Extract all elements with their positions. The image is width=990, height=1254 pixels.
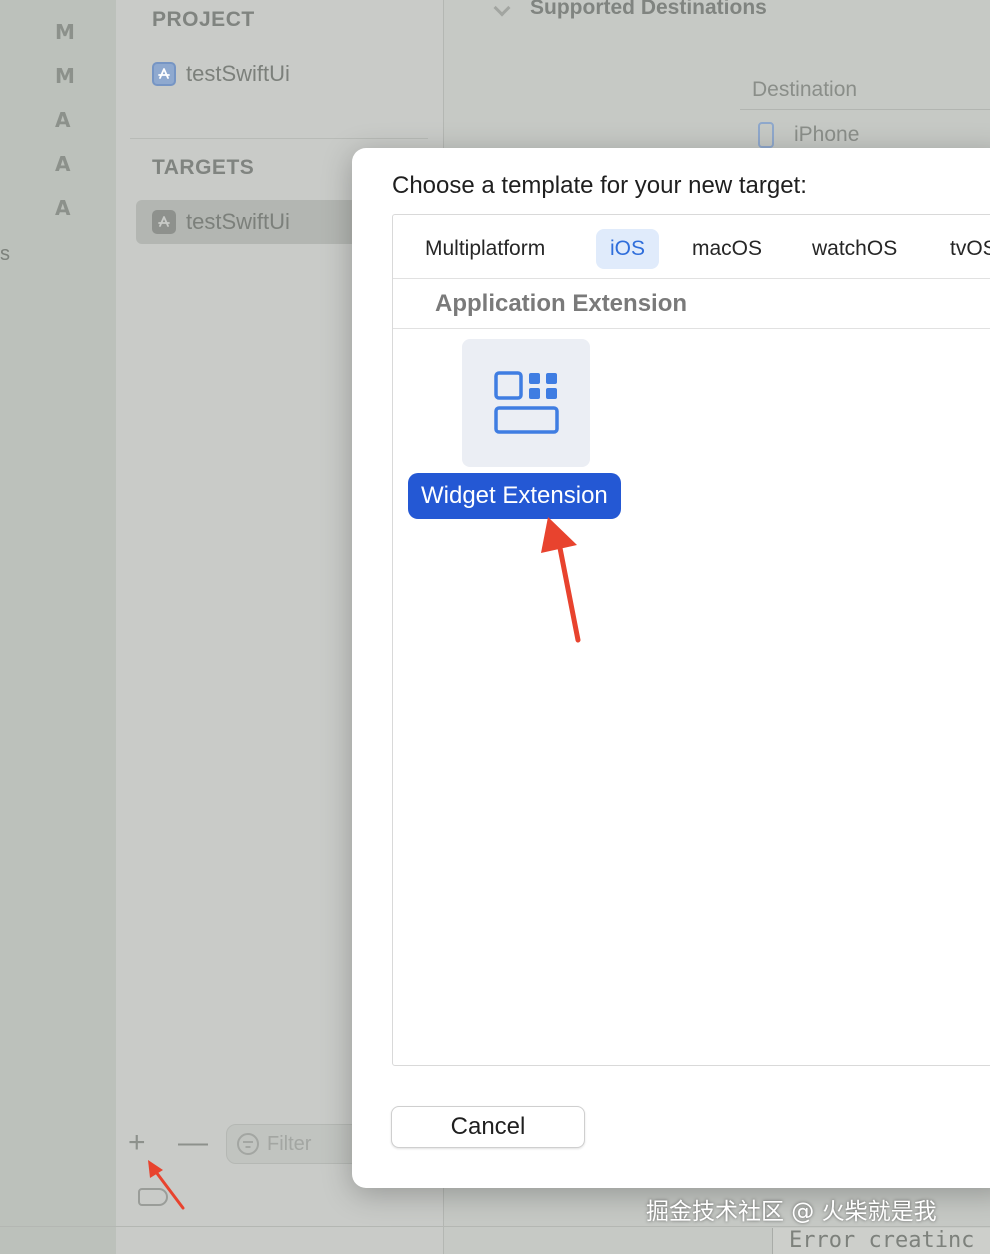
filter-placeholder: Filter (267, 1132, 312, 1155)
app-store-icon (152, 62, 176, 86)
tab-macos[interactable]: macOS (678, 229, 776, 269)
new-target-sheet: Choose a template for your new target: M… (352, 148, 990, 1188)
targets-header: TARGETS (152, 156, 255, 179)
remove-target-button[interactable]: — (178, 1128, 208, 1158)
tab-ios[interactable]: iOS (596, 229, 660, 269)
iphone-icon (758, 122, 774, 148)
watermark: 掘金技术社区 @ 火柴就是我 (646, 1199, 937, 1225)
strip-letter: M (55, 20, 75, 44)
project-header: PROJECT (152, 8, 255, 31)
destination-column-header: Destination (752, 78, 858, 101)
tab-watchos[interactable]: watchOS (798, 229, 911, 269)
platform-tabs: Multiplatform iOS macOS watchOS tvOS (393, 215, 990, 279)
destination-row[interactable]: iPhone (758, 122, 859, 148)
cancel-button[interactable]: Cancel (391, 1106, 585, 1148)
project-item-label: testSwiftUi (186, 61, 290, 86)
divider (740, 109, 990, 110)
add-target-button[interactable]: + (128, 1128, 146, 1158)
tab-multiplatform[interactable]: Multiplatform (411, 229, 559, 269)
strip-letter: A (55, 196, 71, 220)
widget-extension-tile[interactable] (462, 339, 590, 467)
destination-row-label: iPhone (794, 123, 860, 146)
strip-letter: A (55, 108, 71, 132)
project-item[interactable]: testSwiftUi (136, 52, 290, 96)
sheet-title: Choose a template for your new target: (392, 172, 807, 199)
error-log: Error creatinc (772, 1228, 990, 1254)
tag-icon[interactable] (138, 1188, 168, 1206)
strip-fragment: s (0, 243, 10, 265)
supported-destinations-header: Supported Destinations (530, 0, 767, 19)
app-icon (152, 210, 176, 234)
category-header: Application Extension (393, 279, 990, 329)
widget-extension-label[interactable]: Widget Extension (408, 473, 621, 519)
divider (130, 138, 428, 139)
tab-tvos[interactable]: tvOS (936, 229, 990, 269)
strip-letter: A (55, 152, 71, 176)
strip-letter: M (55, 64, 75, 88)
filter-field[interactable]: Filter (226, 1124, 366, 1164)
target-item-label: testSwiftUi (186, 209, 290, 234)
template-chooser: Multiplatform iOS macOS watchOS tvOS App… (392, 214, 990, 1066)
widget-icon (494, 371, 559, 434)
divider (0, 1226, 990, 1227)
filter-icon (237, 1133, 259, 1155)
target-item[interactable]: testSwiftUi (136, 200, 376, 244)
left-strip: M M A A A s (0, 0, 116, 1254)
